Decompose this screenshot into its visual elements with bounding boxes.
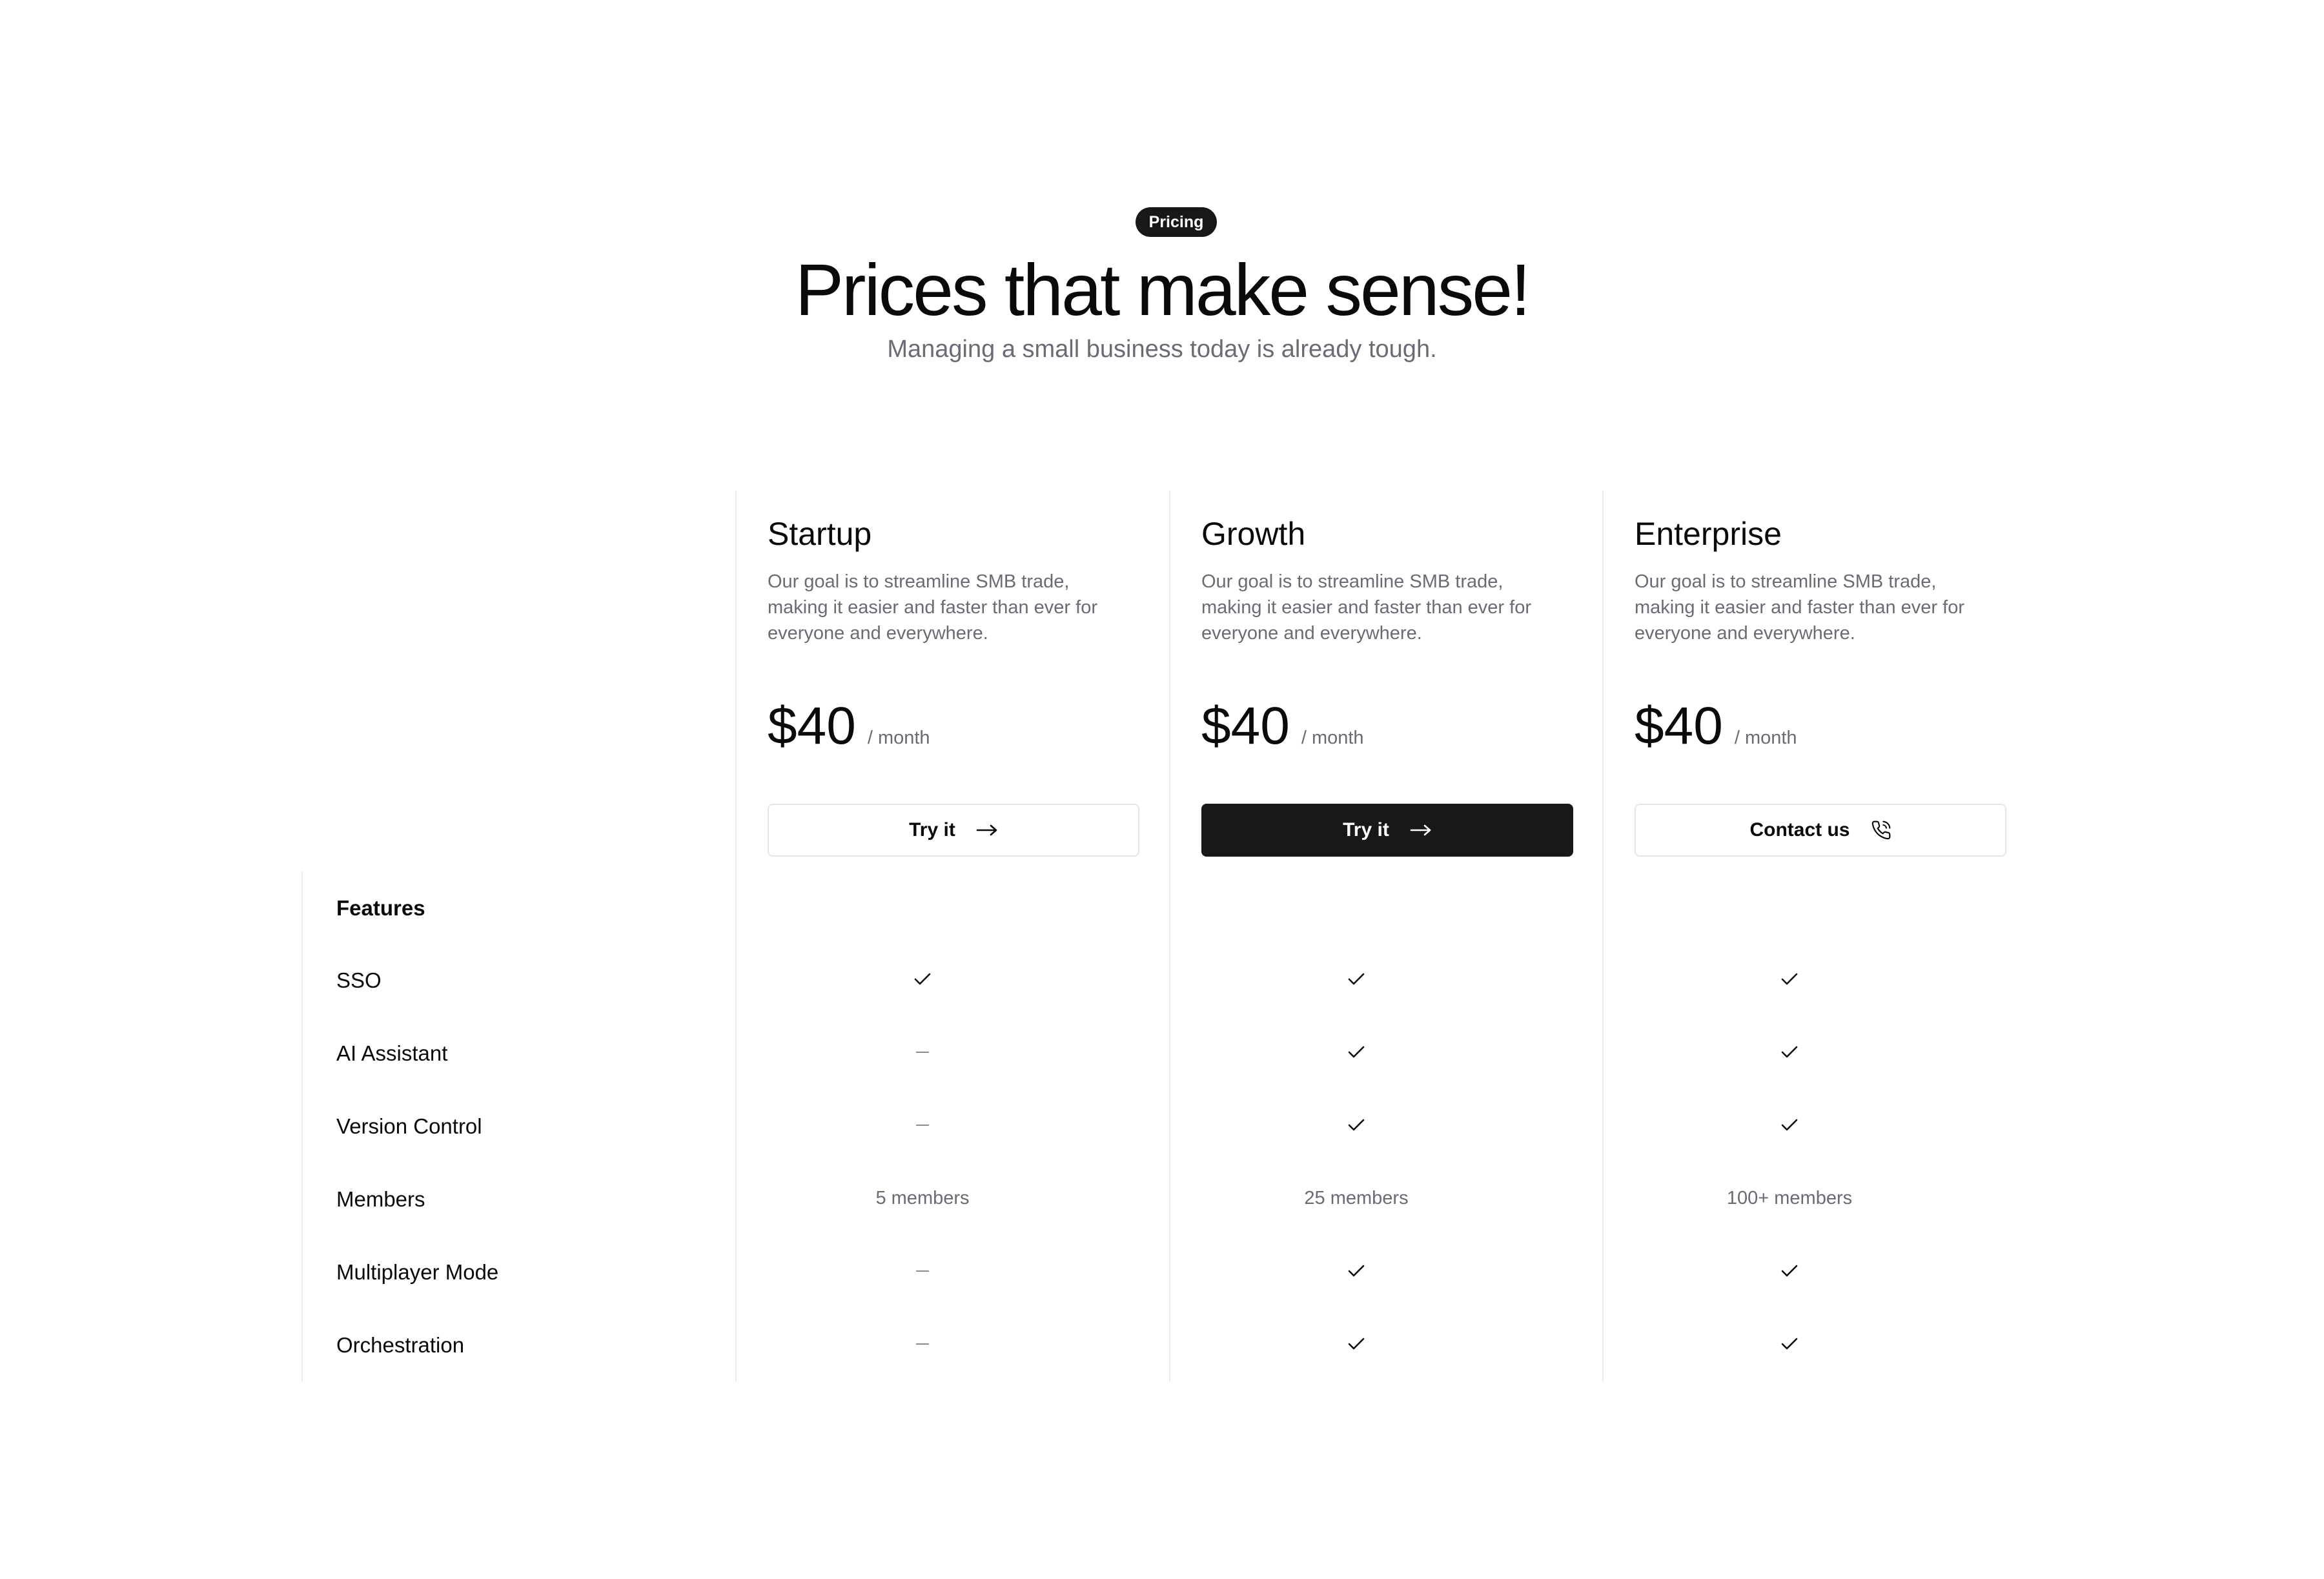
divider-growth xyxy=(1169,491,1170,1381)
plan-description: Our goal is to streamline SMB trade, mak… xyxy=(1201,571,1531,644)
feature-label: SSO xyxy=(336,968,382,992)
feature-value: 100+ members xyxy=(1602,1184,1977,1212)
dash-mark xyxy=(916,1343,929,1345)
price-row: $40 / month xyxy=(1201,694,1364,759)
page-title: Prices that make sense! xyxy=(795,249,1531,331)
check-icon xyxy=(735,965,1110,993)
check-icon xyxy=(1602,965,1977,993)
feature-value-text: 100+ members xyxy=(1726,1187,1853,1208)
feature-label: AI Assistant xyxy=(336,1041,448,1065)
plan-period: / month xyxy=(1734,728,1797,748)
phone-icon xyxy=(1871,820,1891,840)
button-label: Contact us xyxy=(1749,819,1850,840)
plan-price: $40 xyxy=(1635,697,1723,755)
price-row: $40 / month xyxy=(1635,694,1797,759)
arrow-right-icon xyxy=(976,824,998,837)
divider-enterprise xyxy=(1602,491,1604,1381)
price-row: $40 / month xyxy=(768,694,930,759)
arrow-right-icon xyxy=(1410,824,1432,837)
try-it-button-growth[interactable]: Try it xyxy=(1201,804,1573,857)
button-label: Try it xyxy=(909,819,955,840)
feature-value: 25 members xyxy=(1169,1184,1544,1212)
try-it-button-startup[interactable]: Try it xyxy=(768,804,1139,857)
plan-card-startup: Startup Our goal is to streamline SMB tr… xyxy=(768,513,1142,857)
check-icon xyxy=(1169,965,1544,993)
feature-label: Version Control xyxy=(336,1114,482,1138)
dash-mark xyxy=(916,1270,929,1272)
pricing-badge: Pricing xyxy=(1136,207,1217,237)
dash-mark xyxy=(916,1125,929,1126)
feature-value-text: 5 members xyxy=(875,1187,970,1208)
features-heading: Features xyxy=(336,896,425,920)
page-subtitle: Managing a small business today is alrea… xyxy=(887,336,1437,363)
dash-mark xyxy=(916,1052,929,1053)
plan-period: / month xyxy=(867,728,930,748)
feature-label: Multiplayer Mode xyxy=(336,1260,499,1284)
plan-name: Startup xyxy=(768,516,872,552)
plan-card-enterprise: Enterprise Our goal is to streamline SMB… xyxy=(1635,513,2009,857)
plan-price: $40 xyxy=(1201,697,1290,755)
feature-value-text: 25 members xyxy=(1304,1187,1409,1208)
check-icon xyxy=(1169,1038,1544,1066)
divider-features xyxy=(301,871,303,1381)
plan-description: Our goal is to streamline SMB trade, mak… xyxy=(1635,571,1964,644)
dash-icon xyxy=(735,1038,1110,1066)
dash-icon xyxy=(735,1111,1110,1139)
feature-label: Members xyxy=(336,1187,425,1211)
button-label: Try it xyxy=(1343,819,1389,840)
dash-icon xyxy=(735,1330,1110,1358)
check-icon xyxy=(1602,1111,1977,1139)
check-icon xyxy=(1602,1257,1977,1285)
feature-label: Orchestration xyxy=(336,1333,465,1357)
check-icon xyxy=(1169,1257,1544,1285)
pricing-page: Pricing Prices that make sense! Managing… xyxy=(0,0,2324,1579)
check-icon xyxy=(1169,1330,1544,1358)
plan-description: Our goal is to streamline SMB trade, mak… xyxy=(768,571,1097,644)
plan-name: Enterprise xyxy=(1635,516,1782,552)
check-icon xyxy=(1602,1038,1977,1066)
plan-name: Growth xyxy=(1201,516,1306,552)
contact-us-button[interactable]: Contact us xyxy=(1635,804,2006,857)
divider-startup xyxy=(735,491,737,1381)
plan-price: $40 xyxy=(768,697,856,755)
dash-icon xyxy=(735,1257,1110,1285)
feature-value: 5 members xyxy=(735,1184,1110,1212)
check-icon xyxy=(1169,1111,1544,1139)
check-icon xyxy=(1602,1330,1977,1358)
plan-period: / month xyxy=(1301,728,1364,748)
plan-card-growth: Growth Our goal is to streamline SMB tra… xyxy=(1201,513,1576,857)
